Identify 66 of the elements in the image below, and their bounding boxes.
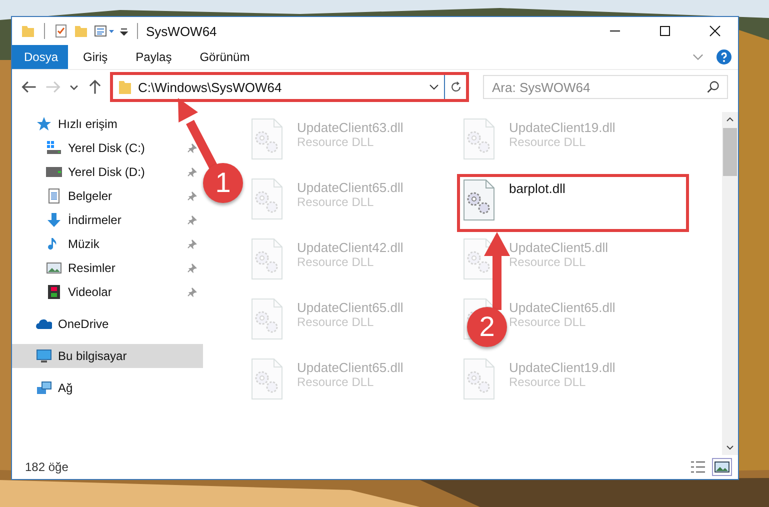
window-title: SysWOW64 (146, 24, 217, 38)
file-type: Resource DLL (297, 135, 375, 149)
file-type: Resource DLL (297, 375, 375, 389)
scrollbar-thumb[interactable] (723, 128, 737, 176)
file-menu-tab[interactable]: Dosya (12, 45, 68, 69)
properties-icon[interactable] (53, 23, 69, 39)
pin-icon[interactable] (187, 191, 197, 201)
gear-file-icon (463, 179, 495, 221)
sidebar-item[interactable]: Hızlı erişim (12, 112, 203, 136)
sidebar-item[interactable]: Resimler (12, 256, 203, 280)
sidebar-item[interactable]: Müzik (12, 232, 203, 256)
sidebar-item[interactable]: OneDrive (12, 312, 203, 336)
pin-icon[interactable] (187, 143, 197, 153)
sidebar-item[interactable]: Ağ (12, 376, 203, 400)
file-type: Resource DLL (297, 195, 375, 209)
picture-icon (46, 260, 62, 276)
download-icon (46, 212, 62, 228)
pin-icon[interactable] (187, 287, 197, 297)
gear-file-icon (251, 118, 283, 160)
gear-file-icon (251, 238, 283, 280)
gear-file-icon (463, 358, 495, 400)
item-count: 182 öğe (25, 460, 68, 474)
document-icon (46, 188, 62, 204)
gear-file-icon (251, 178, 283, 220)
chevron-icon (70, 84, 78, 90)
file-type: Resource DLL (509, 135, 587, 149)
sidebar-item[interactable]: Videolar (12, 280, 203, 304)
highlighted-file-item[interactable]: barplot.dll (457, 174, 689, 232)
windows-drive-icon (46, 140, 62, 156)
pin-icon[interactable] (187, 239, 197, 249)
gear-file-icon (463, 238, 495, 280)
scrollbar[interactable] (722, 112, 738, 455)
pin-icon[interactable] (187, 263, 197, 273)
film-icon (46, 284, 62, 300)
sidebar-item[interactable]: Yerel Disk (D:) (12, 160, 203, 184)
network-icon (36, 380, 52, 396)
file-type: Resource DLL (509, 255, 587, 269)
ribbon-tab[interactable]: Paylaş (122, 45, 185, 69)
pin-icon[interactable] (187, 167, 197, 177)
ribbon-tab[interactable]: Görünüm (186, 45, 263, 69)
file-type: Resource DLL (509, 375, 587, 389)
file-name[interactable]: barplot.dll (509, 181, 566, 196)
large-icons-view-button[interactable] (712, 458, 732, 476)
gear-file-icon (251, 358, 283, 400)
computer-icon (36, 348, 52, 364)
file-type: Resource DLL (509, 315, 587, 329)
pin-icon[interactable] (187, 215, 197, 225)
customize-icon[interactable] (93, 23, 115, 39)
folder-icon (117, 79, 133, 95)
help-icon[interactable] (716, 49, 732, 65)
sidebar-item[interactable]: İndirmeler (12, 208, 203, 232)
address-bar[interactable]: C:\Windows\SysWOW64 (110, 72, 469, 102)
sidebar-item[interactable]: Bu bilgisayar (12, 344, 203, 368)
sidebar-item[interactable]: Yerel Disk (C:) (12, 136, 203, 160)
refresh-icon (448, 80, 462, 94)
address-text: C:\Windows\SysWOW64 (138, 80, 283, 94)
gear-file-icon (463, 118, 495, 160)
drive-icon (46, 164, 62, 180)
file-type: Resource DLL (297, 255, 375, 269)
search-icon[interactable] (706, 80, 720, 94)
file-type: Resource DLL (297, 315, 375, 329)
sidebar-item[interactable]: Belgeler (12, 184, 203, 208)
ribbon-tab[interactable]: Giriş (70, 45, 121, 69)
search-field[interactable]: Ara: SysWOW64 (483, 75, 728, 99)
gear-file-icon (251, 298, 283, 340)
star-icon (36, 116, 52, 132)
